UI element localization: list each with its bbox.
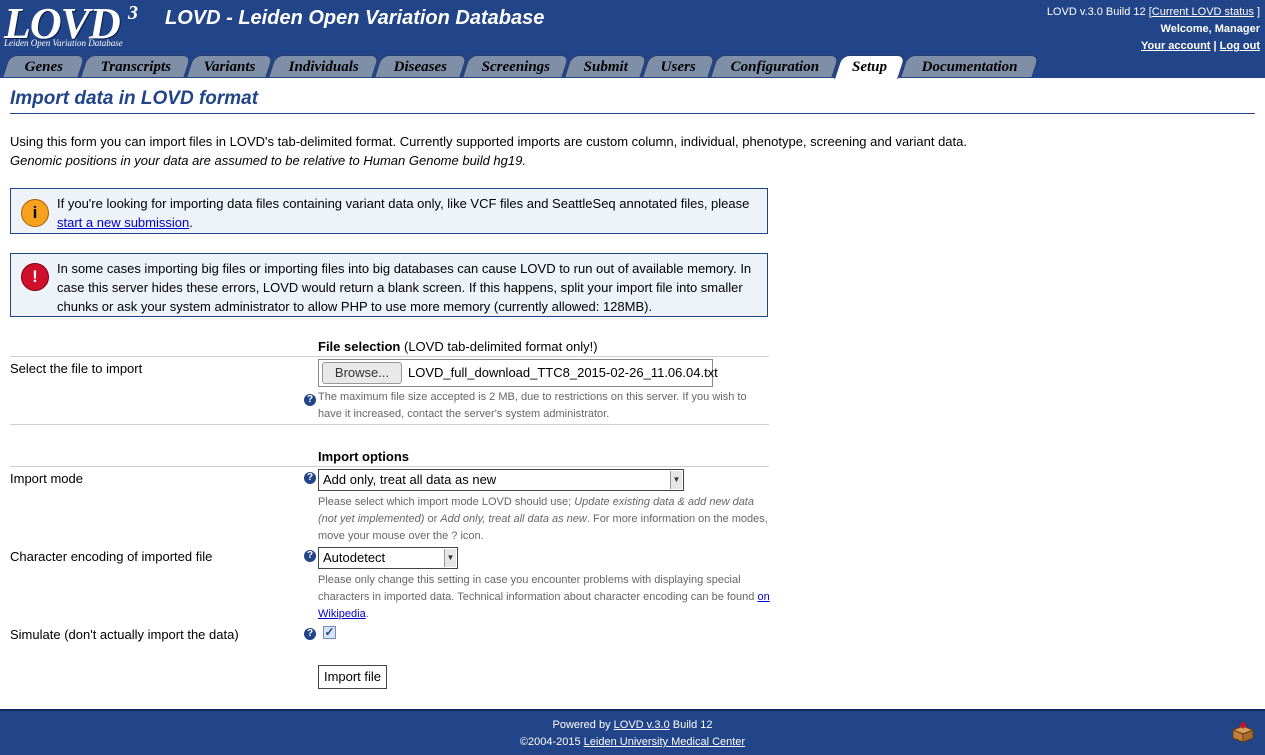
info-message-end: .	[189, 215, 193, 230]
help-icon[interactable]: ?	[304, 550, 316, 562]
build-text: Build 12	[672, 719, 713, 731]
import-mode-value: Add only, treat all data as new	[323, 472, 497, 487]
file-size-note: The maximum file size accepted is 2 MB, …	[318, 391, 747, 420]
intro-text: Using this form you can import files in …	[10, 132, 1255, 170]
info-icon: i	[21, 199, 49, 227]
divider	[10, 424, 769, 425]
encoding-value: Autodetect	[323, 550, 386, 565]
import-file-button[interactable]: Import file	[318, 665, 387, 689]
file-input[interactable]: Browse... LOVD_full_download_TTC8_2015-0…	[318, 359, 718, 387]
logo-subtitle: Leiden Open Variation Database	[4, 38, 123, 48]
warning-icon: !	[21, 263, 49, 291]
logo-version: 3	[128, 2, 138, 24]
dropdown-arrow-icon: ▼	[670, 471, 682, 489]
tab-individuals[interactable]: Individuals	[268, 55, 380, 77]
new-submission-link[interactable]: start a new submission	[57, 215, 189, 230]
main-content: Import data in LOVD format Using this fo…	[10, 88, 1255, 689]
tab-documentation[interactable]: Documentation	[900, 55, 1040, 77]
intro-line-1: Using this form you can import files in …	[10, 134, 967, 149]
help-icon[interactable]: ?	[304, 472, 316, 484]
page-title: Import data in LOVD format	[10, 88, 1255, 114]
welcome-text: Welcome, Manager	[1160, 23, 1260, 35]
browse-button[interactable]: Browse...	[322, 362, 402, 384]
tab-transcripts[interactable]: Transcripts	[80, 55, 192, 77]
user-box: LOVD v.3.0 Build 12 [Current LOVD status…	[1047, 4, 1260, 55]
copyright-text: ©2004-2015	[519, 736, 581, 748]
footer: Powered by LOVD v.3.0 Build 12 ©2004-201…	[0, 709, 1265, 755]
warning-message: ! In some cases importing big files or i…	[10, 253, 768, 317]
file-label: Select the file to import	[10, 361, 143, 376]
tab-users[interactable]: Users	[642, 55, 716, 77]
tab-screenings[interactable]: Screenings	[462, 55, 570, 77]
lovd-version-link[interactable]: LOVD v.3.0	[614, 719, 670, 731]
package-icon[interactable]	[1231, 721, 1255, 743]
version-text: LOVD v.3.0 Build 12 [	[1046, 6, 1152, 18]
help-icon[interactable]: ?	[304, 628, 316, 640]
help-icon[interactable]: ?	[304, 394, 316, 406]
tab-genes[interactable]: Genes	[2, 55, 86, 77]
simulate-checkbox[interactable]: ✓	[323, 626, 336, 639]
file-section-note: (LOVD tab-delimited format only!)	[404, 339, 598, 354]
info-message-text: If you're looking for importing data fil…	[57, 196, 750, 211]
file-section-title: File selection	[318, 339, 401, 354]
tab-submit[interactable]: Submit	[564, 55, 648, 77]
tab-variants[interactable]: Variants	[186, 55, 274, 77]
import-options-header: Import options	[318, 449, 409, 464]
file-section-header: File selection (LOVD tab-delimited forma…	[318, 339, 598, 354]
import-mode-label: Import mode	[10, 471, 83, 486]
warning-message-text: In some cases importing big files or imp…	[57, 261, 752, 314]
link-separator: |	[1213, 40, 1217, 52]
lovd-logo[interactable]: LOVD 3 Leiden Open Variation Database	[4, 0, 152, 50]
status-link[interactable]: Current LOVD status	[1152, 6, 1254, 18]
version-suffix: ]	[1256, 6, 1260, 18]
simulate-label: Simulate (don't actually import the data…	[10, 627, 239, 642]
divider	[10, 356, 769, 357]
tab-setup[interactable]: Setup	[834, 55, 906, 79]
encoding-label: Character encoding of imported file	[10, 549, 213, 564]
import-mode-select[interactable]: Add only, treat all data as new ▼	[318, 469, 684, 491]
selected-file-name: LOVD_full_download_TTC8_2015-02-26_11.06…	[408, 365, 718, 380]
logout-link[interactable]: Log out	[1220, 40, 1260, 52]
encoding-select[interactable]: Autodetect ▼	[318, 547, 458, 569]
lumc-link[interactable]: Leiden University Medical Center	[584, 736, 745, 748]
encoding-note: Please only change this setting in case …	[318, 574, 770, 620]
account-link[interactable]: Your account	[1141, 40, 1210, 52]
tab-diseases[interactable]: Diseases	[374, 55, 468, 77]
info-message: i If you're looking for importing data f…	[10, 188, 768, 234]
header: LOVD 3 Leiden Open Variation Database LO…	[0, 0, 1265, 79]
divider	[10, 466, 769, 467]
tab-configuration[interactable]: Configuration	[710, 55, 840, 77]
intro-line-2: Genomic positions in your data are assum…	[10, 153, 526, 168]
dropdown-arrow-icon: ▼	[444, 549, 456, 567]
powered-by-text: Powered by	[552, 719, 611, 731]
app-title: LOVD - Leiden Open Variation Database	[165, 7, 545, 29]
import-mode-note: Please select which import mode LOVD sho…	[318, 496, 768, 542]
